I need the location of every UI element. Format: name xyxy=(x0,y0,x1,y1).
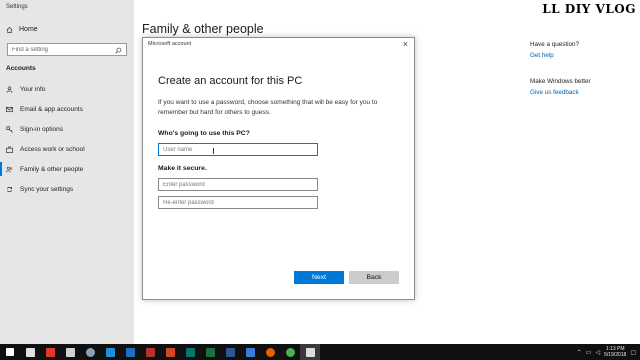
access-icon-glyph xyxy=(145,347,155,357)
related-links-panel: Have a question? Get help Make Windows b… xyxy=(530,41,635,115)
powerpoint-icon-glyph xyxy=(165,347,175,357)
username-field[interactable] xyxy=(158,143,318,156)
volume-icon[interactable]: ◁ xyxy=(595,349,600,356)
sidebar-item-label: Sync your settings xyxy=(20,185,74,193)
sidebar-item-label: Email & app accounts xyxy=(20,105,83,113)
outlook-icon-glyph xyxy=(125,347,135,357)
mail-icon xyxy=(6,106,13,113)
who-label: Who's going to use this PC? xyxy=(158,130,250,137)
access-icon[interactable] xyxy=(140,344,160,360)
excel-icon-glyph xyxy=(205,347,215,357)
microsoft-account-dialog: Microsoft account × Create an account fo… xyxy=(142,37,415,300)
red-app-icon[interactable] xyxy=(40,344,60,360)
dialog-heading: Create an account for this PC xyxy=(158,75,303,87)
close-icon[interactable]: × xyxy=(403,39,408,49)
home-label: Home xyxy=(19,26,38,33)
settings-sidebar: Settings Home Accounts Your info Email &… xyxy=(0,0,134,344)
search-input[interactable] xyxy=(12,46,112,53)
chrome-icon-glyph xyxy=(285,347,295,357)
publisher-icon-glyph xyxy=(185,347,195,357)
back-button[interactable]: Back xyxy=(349,271,399,284)
steam-icon-glyph xyxy=(85,347,95,357)
settings-gear-icon-glyph xyxy=(305,347,315,357)
clock-date: 5/19/2018 xyxy=(604,352,627,358)
home-nav-item[interactable]: Home xyxy=(6,26,38,33)
secure-label: Make it secure. xyxy=(158,165,207,172)
taskbar: ⌃ ▭ ◁ 1:13 PM 5/19/2018 ▢ xyxy=(0,344,640,360)
sidebar-item-sync-settings[interactable]: Sync your settings xyxy=(0,182,134,196)
start-icon-glyph xyxy=(6,348,14,356)
sidebar-item-sign-in-options[interactable]: Sign-in options xyxy=(0,122,134,136)
search-box[interactable] xyxy=(7,43,127,56)
key-icon xyxy=(6,125,13,133)
improve-heading: Make Windows better xyxy=(530,78,591,85)
chevron-up-icon[interactable]: ⌃ xyxy=(577,349,582,356)
sidebar-item-label: Access work or school xyxy=(20,145,85,153)
get-help-link[interactable]: Get help xyxy=(530,52,635,59)
sidebar-item-your-info[interactable]: Your info xyxy=(0,82,134,96)
taskbar-apps xyxy=(0,344,320,360)
files-icon-glyph xyxy=(105,347,115,357)
files-icon[interactable] xyxy=(100,344,120,360)
mic-app-icon-glyph xyxy=(65,347,75,357)
sync-icon xyxy=(6,186,13,193)
dialog-window-title: Microsoft account xyxy=(148,41,192,47)
clock[interactable]: 1:13 PM 5/19/2018 xyxy=(604,346,626,358)
app-title: Settings xyxy=(6,4,28,10)
people-icon xyxy=(6,166,13,173)
firefox-icon[interactable] xyxy=(260,344,280,360)
start-icon[interactable] xyxy=(0,344,20,360)
sidebar-item-family-other-people[interactable]: Family & other people xyxy=(0,162,134,176)
shield-app-icon[interactable] xyxy=(20,344,40,360)
chrome-icon[interactable] xyxy=(280,344,300,360)
sidebar-item-label: Family & other people xyxy=(20,165,84,173)
channel-watermark: LL DIY VLOG xyxy=(542,2,636,16)
next-button[interactable]: Next xyxy=(294,271,344,284)
dialog-description: If you want to use a password, choose so… xyxy=(158,99,378,116)
excel-icon[interactable] xyxy=(200,344,220,360)
store-icon[interactable] xyxy=(240,344,260,360)
reenter-password-field[interactable] xyxy=(158,196,318,209)
word-icon-glyph xyxy=(225,347,235,357)
give-feedback-link[interactable]: Give us feedback xyxy=(530,89,635,96)
mic-app-icon[interactable] xyxy=(60,344,80,360)
home-icon xyxy=(6,26,13,33)
sidebar-item-label: Sign-in options xyxy=(20,125,63,133)
page-title: Family & other people xyxy=(142,22,264,36)
settings-gear-icon[interactable] xyxy=(300,344,320,360)
powerpoint-icon[interactable] xyxy=(160,344,180,360)
system-tray: ⌃ ▭ ◁ 1:13 PM 5/19/2018 ▢ xyxy=(577,344,636,360)
briefcase-icon xyxy=(6,146,13,153)
sidebar-item-label: Your info xyxy=(20,85,46,93)
section-header-accounts: Accounts xyxy=(6,65,36,72)
network-icon[interactable]: ▭ xyxy=(586,349,592,356)
word-icon[interactable] xyxy=(220,344,240,360)
sidebar-item-access-work[interactable]: Access work or school xyxy=(0,142,134,156)
sidebar-item-email-accounts[interactable]: Email & app accounts xyxy=(0,102,134,116)
publisher-icon[interactable] xyxy=(180,344,200,360)
search-icon[interactable] xyxy=(115,41,122,59)
outlook-icon[interactable] xyxy=(120,344,140,360)
red-app-icon-glyph xyxy=(45,347,55,357)
store-icon-glyph xyxy=(245,347,255,357)
steam-icon[interactable] xyxy=(80,344,100,360)
password-field[interactable] xyxy=(158,178,318,191)
shield-app-icon-glyph xyxy=(25,347,35,357)
text-cursor xyxy=(213,148,214,154)
person-icon xyxy=(6,85,13,93)
notifications-icon[interactable]: ▢ xyxy=(630,349,636,356)
firefox-icon-glyph xyxy=(265,347,275,357)
question-heading: Have a question? xyxy=(530,41,580,48)
